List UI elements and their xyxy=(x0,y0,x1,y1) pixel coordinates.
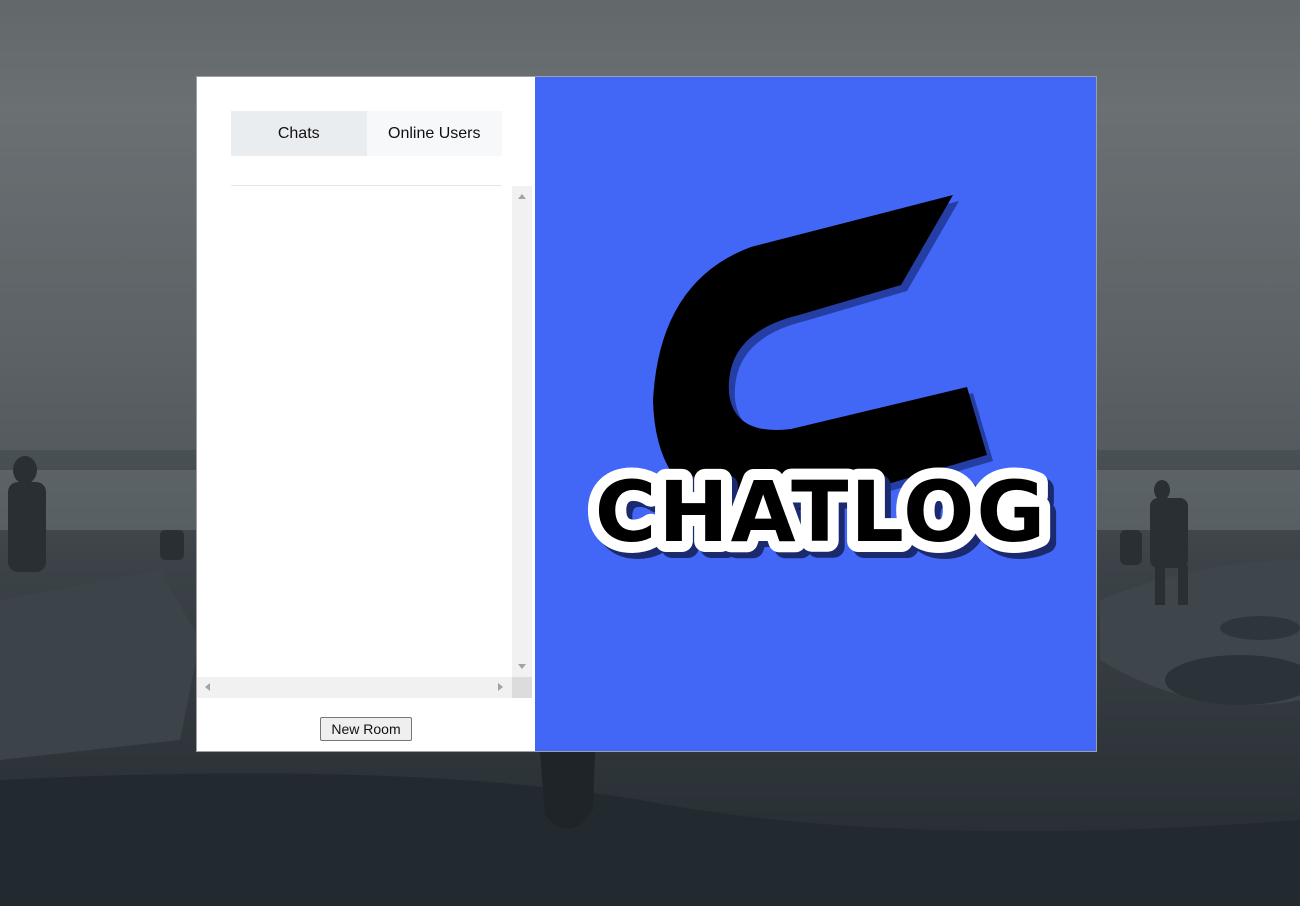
new-room-button[interactable]: New Room xyxy=(320,717,412,741)
logo-panel: CHATLOG CHATLOG CHATLOG xyxy=(535,77,1096,751)
scroll-down-arrow-icon[interactable] xyxy=(518,664,526,669)
sidebar: Chats Online Users New Room xyxy=(197,77,535,751)
chatlog-logo: CHATLOG CHATLOG CHATLOG xyxy=(535,77,1096,751)
scroll-up-arrow-icon[interactable] xyxy=(518,194,526,199)
horizontal-scrollbar[interactable] xyxy=(197,677,512,698)
sidebar-tabs: Chats Online Users xyxy=(231,111,502,156)
vertical-scrollbar[interactable] xyxy=(512,186,532,677)
tab-online-users[interactable]: Online Users xyxy=(367,111,503,156)
tab-chats[interactable]: Chats xyxy=(231,111,367,156)
chat-app-window: Chats Online Users New Room CHATLOG CHAT… xyxy=(196,76,1097,752)
scrollbar-corner xyxy=(512,677,532,698)
scroll-right-arrow-icon[interactable] xyxy=(498,683,503,691)
chat-list[interactable] xyxy=(197,186,512,677)
scroll-left-arrow-icon[interactable] xyxy=(205,683,210,691)
logo-text: CHATLOG xyxy=(595,463,1048,561)
